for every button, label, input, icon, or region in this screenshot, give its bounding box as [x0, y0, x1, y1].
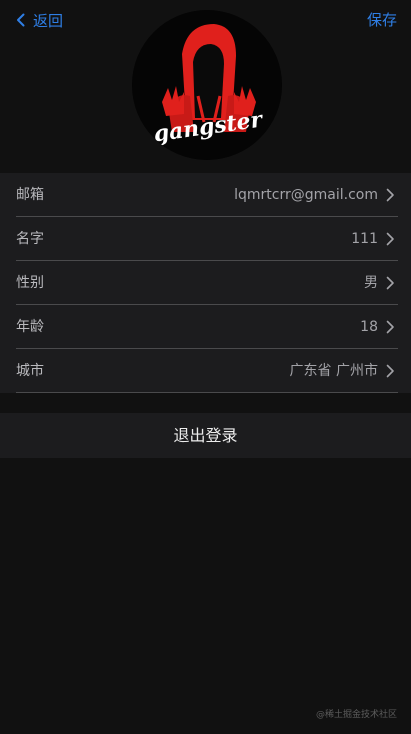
- city-label: 城市: [16, 363, 44, 379]
- gangster-avatar-image: gangster: [132, 10, 282, 160]
- back-button[interactable]: 返回: [16, 9, 63, 31]
- gender-value: 男: [364, 275, 378, 291]
- age-row[interactable]: 年龄 18: [0, 305, 411, 349]
- back-label: 返回: [33, 11, 64, 30]
- email-row[interactable]: 邮箱 lqmrtcrr@gmail.com: [0, 173, 411, 217]
- age-value: 18: [360, 319, 378, 335]
- chevron-left-icon: [16, 13, 33, 27]
- chevron-right-icon: [386, 320, 395, 334]
- name-row[interactable]: 名字 111: [0, 217, 411, 261]
- avatar[interactable]: gangster: [132, 10, 282, 160]
- email-label: 邮箱: [16, 187, 44, 203]
- chevron-right-icon: [386, 188, 395, 202]
- profile-edit-screen: 返回 保存 gangster 邮箱 lqmrtcrr@gmail.com 名字 …: [0, 0, 411, 734]
- watermark: @稀土掘金技术社区: [315, 710, 397, 720]
- name-value: 111: [351, 231, 378, 247]
- chevron-right-icon: [386, 232, 395, 246]
- logout-button[interactable]: 退出登录: [0, 413, 411, 458]
- name-label: 名字: [16, 231, 44, 247]
- gender-row[interactable]: 性别 男: [0, 261, 411, 305]
- save-button[interactable]: 保存: [367, 9, 397, 31]
- city-value: 广东省 广州市: [289, 363, 378, 379]
- chevron-right-icon: [386, 364, 395, 378]
- chevron-right-icon: [386, 276, 395, 290]
- email-value: lqmrtcrr@gmail.com: [234, 187, 378, 203]
- profile-info-list: 邮箱 lqmrtcrr@gmail.com 名字 111 性别 男 年龄 18: [0, 173, 411, 393]
- gender-label: 性别: [16, 275, 44, 291]
- city-row[interactable]: 城市 广东省 广州市: [0, 349, 411, 393]
- age-label: 年龄: [16, 319, 44, 335]
